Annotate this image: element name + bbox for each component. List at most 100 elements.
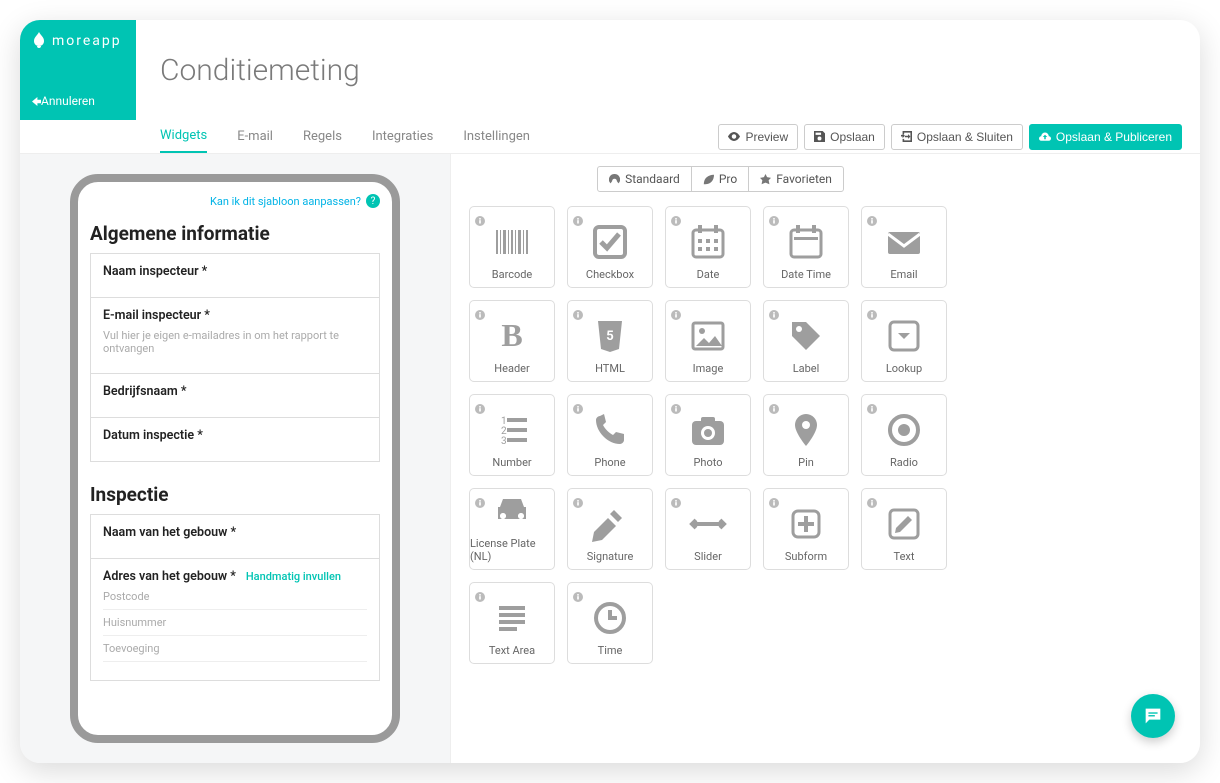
viewtab-favorites[interactable]: Favorieten [748,166,844,192]
widget-label: Date Time [781,268,831,281]
widget-label: Photo [693,456,722,469]
address-subfield[interactable]: Postcode [103,584,367,610]
info-icon[interactable] [573,399,583,409]
save-close-button[interactable]: Opslaan & Sluiten [891,124,1023,150]
info-icon[interactable] [475,587,485,597]
info-icon[interactable] [475,305,485,315]
widget-label[interactable]: Label [763,300,849,382]
widget-text[interactable]: Text [861,488,947,570]
info-icon[interactable] [769,399,779,409]
brand-text: moreapp [52,33,122,49]
widget-label: Number [492,456,531,469]
chat-icon [1142,705,1164,727]
star-icon [760,174,771,185]
widget-signature[interactable]: Signature [567,488,653,570]
tab-integrations[interactable]: Integraties [372,121,433,152]
widget-header[interactable]: Header [469,300,555,382]
widget-time[interactable]: Time [567,582,653,664]
widget-image[interactable]: Image [665,300,751,382]
widget-license-plate-nl-[interactable]: License Plate (NL) [469,488,555,570]
widget-label: Text Area [489,644,535,657]
info-icon[interactable] [671,493,681,503]
radio-icon [882,408,926,452]
widget-html[interactable]: HTML [567,300,653,382]
chat-button[interactable] [1131,694,1175,738]
widget-label: Slider [694,550,722,563]
viewtab-pro[interactable]: Pro [691,166,749,192]
widget-date-time[interactable]: Date Time [763,206,849,288]
widget-label: Text [894,550,915,563]
widget-text-area[interactable]: Text Area [469,582,555,664]
date-icon [686,220,730,264]
info-icon[interactable] [573,587,583,597]
device-preview: Kan ik dit sjabloon aanpassen? ? Algemen… [70,174,400,743]
tab-rules[interactable]: Regels [303,121,342,152]
info-icon[interactable] [867,493,877,503]
widget-slider[interactable]: Slider [665,488,751,570]
widget-number[interactable]: Number [469,394,555,476]
info-icon[interactable] [769,493,779,503]
header-icon [490,314,534,358]
address-subfield[interactable]: Huisnummer [103,610,367,636]
widget-label: Date [697,268,720,281]
info-icon[interactable] [671,305,681,315]
widget-subform[interactable]: Subform [763,488,849,570]
widget-label: Lookup [886,362,922,375]
info-icon[interactable] [671,211,681,221]
widget-barcode[interactable]: Barcode [469,206,555,288]
tab-settings[interactable]: Instellingen [463,121,530,152]
info-icon[interactable] [867,211,877,221]
right-panel [990,154,1200,763]
form-field-address[interactable]: Adres van het gebouw * Handmatig invulle… [90,558,380,681]
widget-radio[interactable]: Radio [861,394,947,476]
save-publish-button[interactable]: Opslaan & Publiceren [1029,124,1182,150]
exit-icon [901,131,912,142]
info-icon[interactable] [867,399,877,409]
widget-pin[interactable]: Pin [763,394,849,476]
info-icon[interactable] [769,211,779,221]
form-field[interactable]: E-mail inspecteur *Vul hier je eigen e-m… [90,297,380,374]
help-icon: ? [366,194,380,208]
widget-checkbox[interactable]: Checkbox [567,206,653,288]
template-help-link[interactable]: Kan ik dit sjabloon aanpassen? ? [90,194,380,208]
widget-lookup[interactable]: Lookup [861,300,947,382]
widget-label: Email [890,268,917,281]
tab-email[interactable]: E-mail [237,121,273,152]
label-icon [784,314,828,358]
save-button[interactable]: Opslaan [804,124,885,150]
widget-label: Signature [587,550,634,563]
form-field[interactable]: Bedrijfsnaam * [90,373,380,418]
viewtab-standard[interactable]: Standaard [597,166,692,192]
info-icon[interactable] [475,399,485,409]
checkbox-icon [588,220,632,264]
info-icon[interactable] [475,493,485,503]
section-heading: Algemene informatie [90,222,380,245]
info-icon[interactable] [573,211,583,221]
address-subfield[interactable]: Toevoeging [103,636,367,662]
preview-button[interactable]: Preview [718,124,798,150]
lookup-icon [882,314,926,358]
widget-date[interactable]: Date [665,206,751,288]
form-field[interactable]: Naam van het gebouw * [90,514,380,559]
manual-fill-link[interactable]: Handmatig invullen [246,570,341,583]
text-area-icon [490,596,534,640]
text-icon [882,502,926,546]
tab-widgets[interactable]: Widgets [160,120,207,153]
widget-label: Checkbox [586,268,634,281]
widget-phone[interactable]: Phone [567,394,653,476]
info-icon[interactable] [867,305,877,315]
info-icon[interactable] [475,211,485,221]
form-field[interactable]: Naam inspecteur * [90,253,380,298]
cancel-button[interactable]: Annuleren [32,94,124,108]
info-icon[interactable] [573,305,583,315]
license-plate-nl--icon [490,489,534,533]
widget-photo[interactable]: Photo [665,394,751,476]
info-icon[interactable] [769,305,779,315]
widget-label: Image [693,362,724,375]
brand-logo: moreapp [32,32,124,50]
form-field[interactable]: Datum inspectie * [90,417,380,462]
info-icon[interactable] [573,493,583,503]
info-icon[interactable] [671,399,681,409]
page-title: Conditiemeting [160,53,360,88]
widget-email[interactable]: Email [861,206,947,288]
